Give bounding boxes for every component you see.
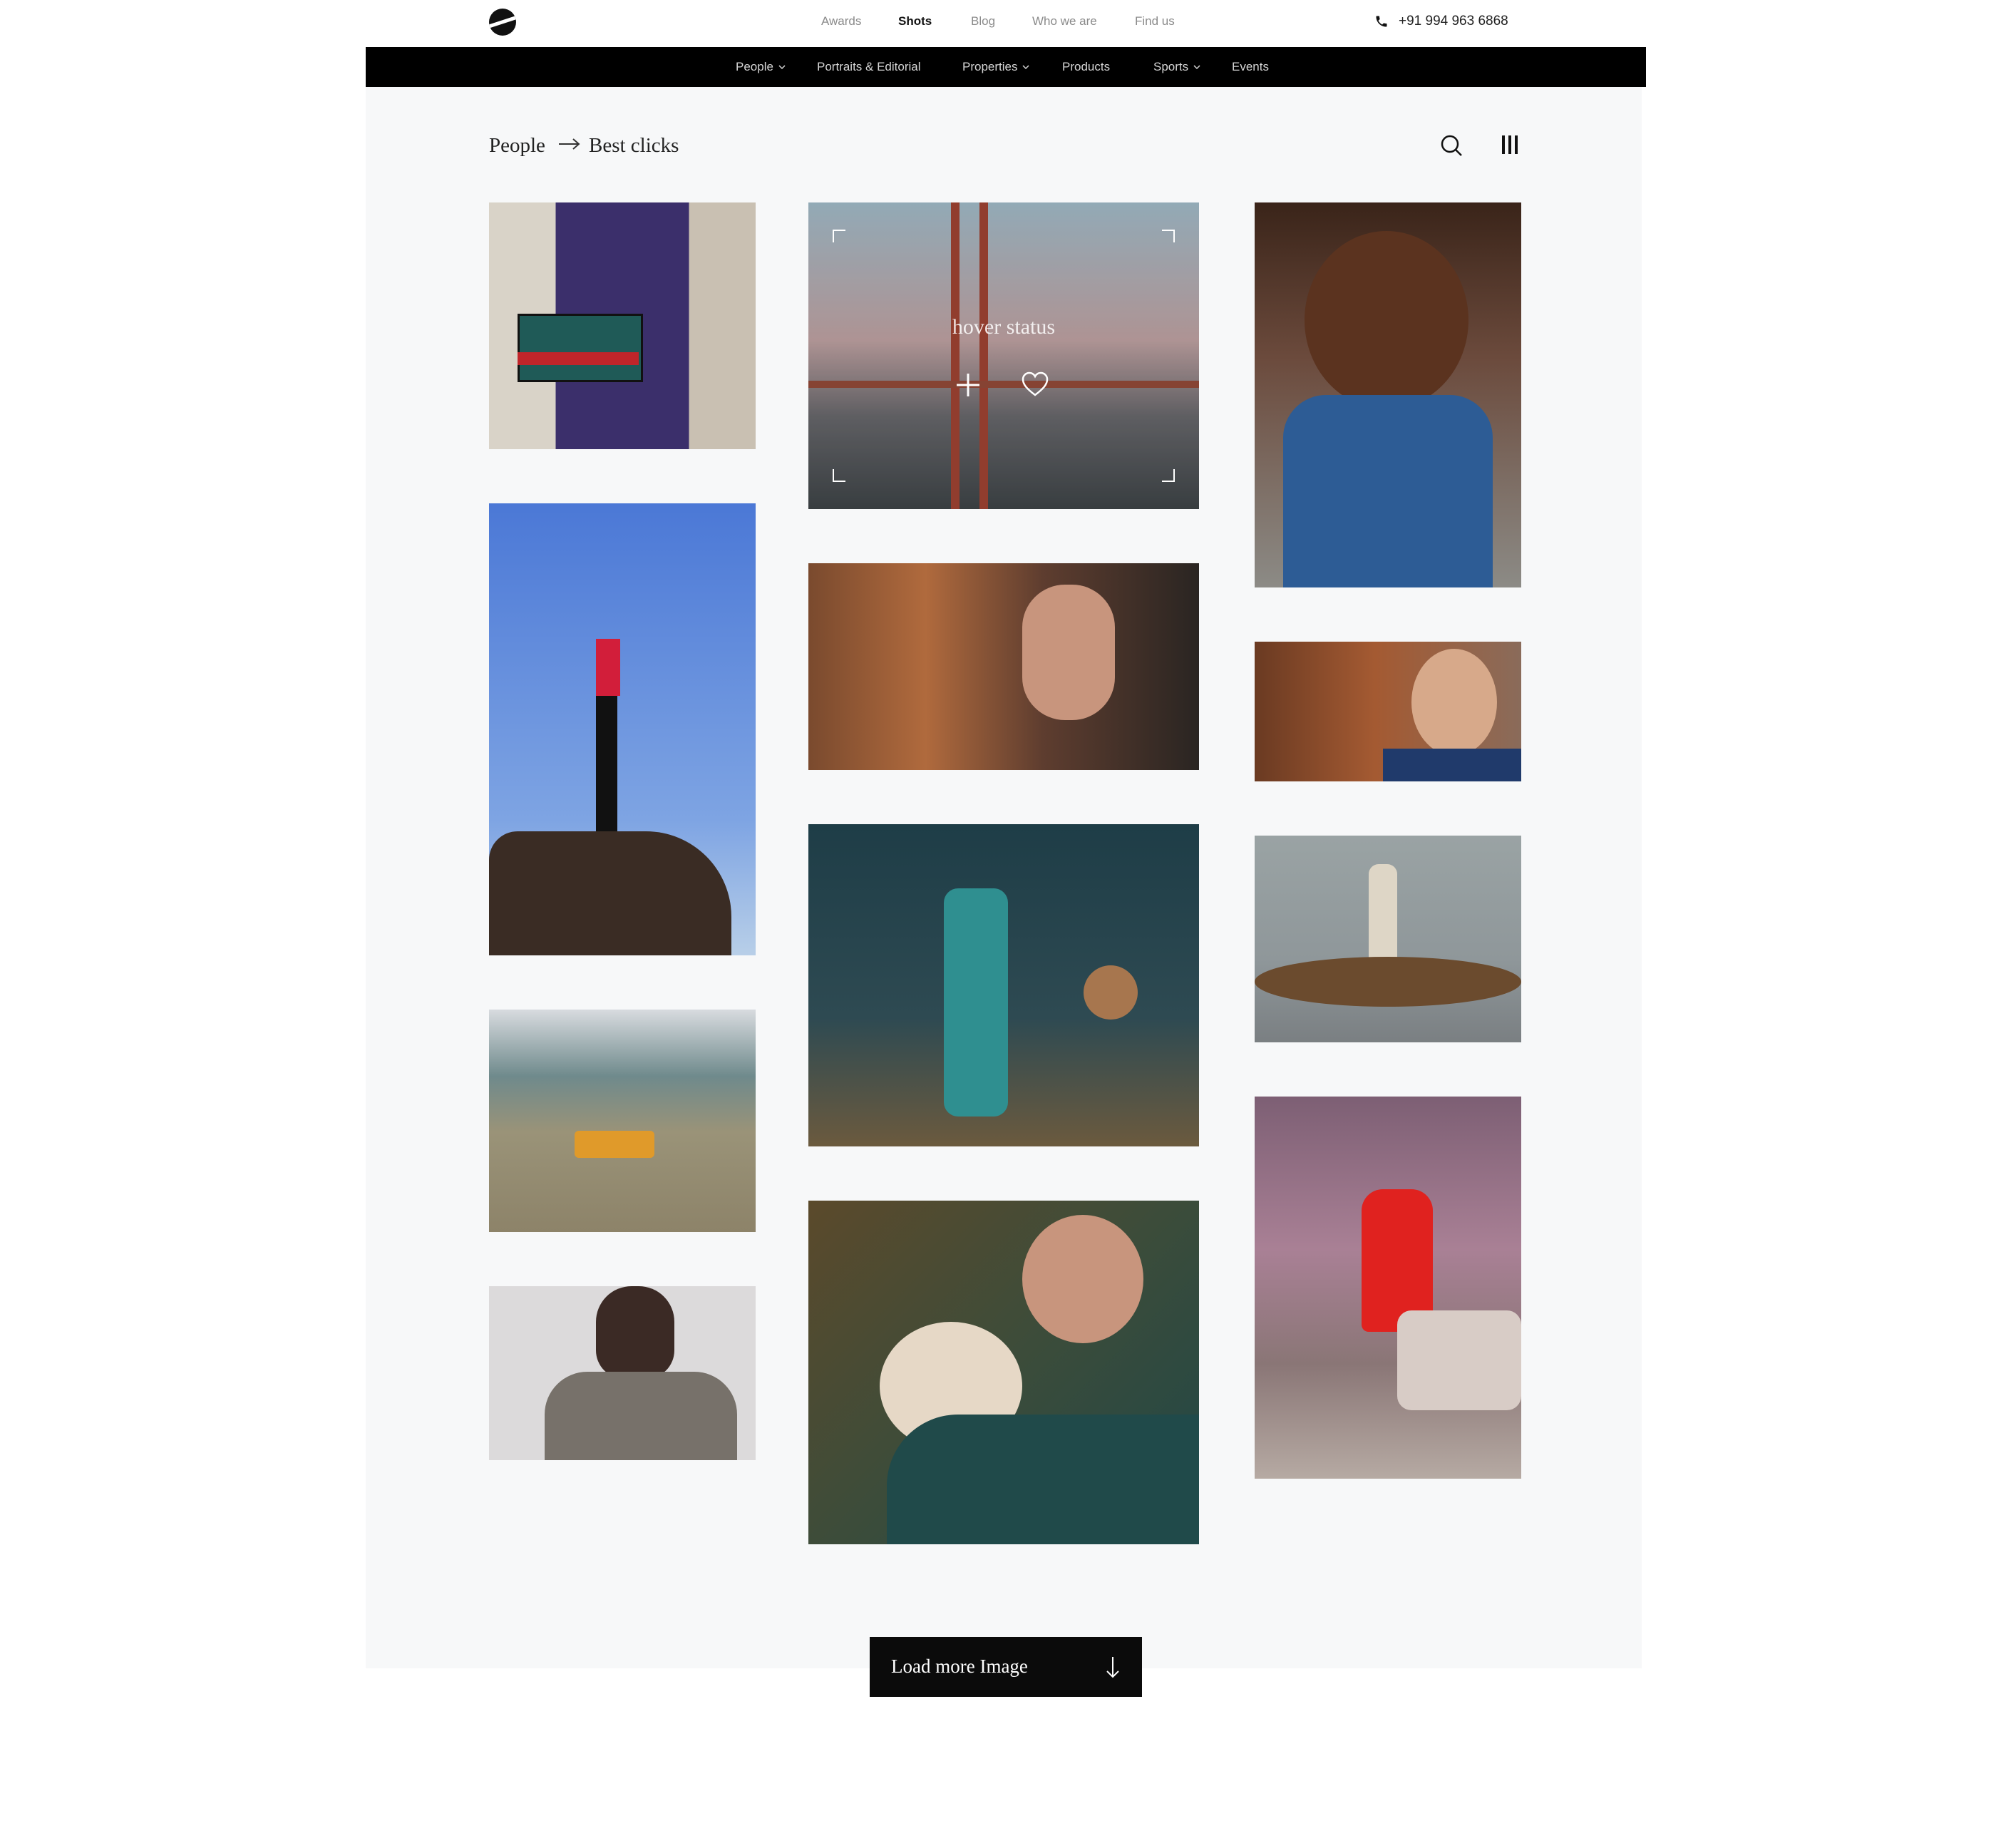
category-label: People — [736, 60, 773, 73]
category-label: Properties — [962, 60, 1018, 73]
category-sports[interactable]: Sports — [1153, 60, 1201, 74]
frame-corner — [833, 469, 845, 482]
load-more-label: Load more Image — [891, 1655, 1028, 1677]
photo — [1255, 957, 1521, 1007]
photo — [1411, 649, 1497, 756]
photo — [518, 314, 643, 382]
photo — [1283, 395, 1493, 587]
photo-tile-bottle-table[interactable] — [1255, 836, 1521, 1042]
photo-tile-hiker[interactable] — [489, 503, 756, 955]
photo-tile-woman-red-dress[interactable] — [1255, 1097, 1521, 1479]
grid-view-icon[interactable] — [1497, 133, 1523, 158]
photo — [1383, 749, 1521, 781]
photo — [596, 639, 620, 696]
hover-status-label: hover status — [952, 315, 1056, 339]
category-properties[interactable]: Properties — [962, 60, 1030, 74]
photo — [944, 888, 1008, 1116]
frame-corner — [1162, 230, 1175, 242]
photo-tile-smiling-boy[interactable] — [1255, 642, 1521, 781]
frame-corner — [1162, 469, 1175, 482]
category-label: Products — [1062, 60, 1111, 73]
category-portraits-editorial[interactable]: Portraits & Editorial — [817, 60, 921, 74]
nav-blog[interactable]: Blog — [971, 14, 995, 29]
photo-tile-woman-portrait[interactable] — [808, 563, 1199, 770]
nav-shots[interactable]: Shots — [898, 14, 932, 29]
photo — [489, 1010, 756, 1232]
photo — [808, 563, 1199, 770]
category-events[interactable]: Events — [1232, 60, 1269, 74]
arrow-down-icon — [1106, 1657, 1119, 1678]
hover-overlay — [808, 202, 1199, 509]
category-label: Events — [1232, 60, 1269, 73]
photo — [518, 352, 639, 365]
photo-tile-woman-with-dog[interactable] — [808, 1201, 1199, 1544]
chevron-down-icon — [778, 65, 786, 70]
photo — [1022, 585, 1115, 720]
photo — [575, 1131, 654, 1158]
photo-tile-golden-gate-hover[interactable]: hover status — [808, 202, 1199, 509]
category-people[interactable]: People — [736, 60, 786, 74]
phone-contact[interactable]: +91 994 963 6868 — [1374, 14, 1508, 29]
nav-find-us[interactable]: Find us — [1135, 14, 1175, 29]
load-more-button[interactable]: Load more Image — [870, 1637, 1142, 1697]
photo — [489, 831, 731, 955]
photo-tile-desert-car[interactable] — [489, 1010, 756, 1232]
photo — [596, 696, 617, 831]
phone-icon — [1376, 16, 1387, 27]
breadcrumb-parent[interactable]: People — [489, 134, 545, 158]
photo — [887, 1415, 1199, 1544]
nav-awards[interactable]: Awards — [821, 14, 861, 29]
chevron-down-icon — [1193, 65, 1200, 70]
photo-tile-plaid-skirt[interactable] — [489, 202, 756, 449]
category-products[interactable]: Products — [1062, 60, 1110, 74]
category-label: Portraits & Editorial — [817, 60, 921, 73]
plus-icon[interactable] — [954, 371, 982, 399]
frame-corner — [833, 230, 845, 242]
photo — [1305, 231, 1468, 409]
photo — [545, 1372, 737, 1460]
category-label: Sports — [1153, 60, 1189, 73]
phone-number: +91 994 963 6868 — [1399, 14, 1508, 29]
photo-tile-basketball[interactable] — [808, 824, 1199, 1146]
photo — [1084, 965, 1138, 1020]
photo-tile-laughing-girl[interactable] — [1255, 202, 1521, 587]
search-icon[interactable] — [1439, 133, 1464, 158]
photo — [1369, 864, 1397, 971]
arrow-right-icon — [559, 138, 580, 150]
photo — [1022, 1215, 1143, 1343]
breadcrumb-current: Best clicks — [589, 134, 679, 157]
photo-tile-woman-glasses[interactable] — [489, 1286, 756, 1460]
brand-logo[interactable] — [489, 9, 516, 36]
chevron-down-icon — [1022, 65, 1030, 70]
photo — [596, 1286, 674, 1379]
nav-who-we-are[interactable]: Who we are — [1032, 14, 1097, 29]
photo — [1397, 1310, 1521, 1410]
heart-icon[interactable] — [1021, 371, 1049, 399]
